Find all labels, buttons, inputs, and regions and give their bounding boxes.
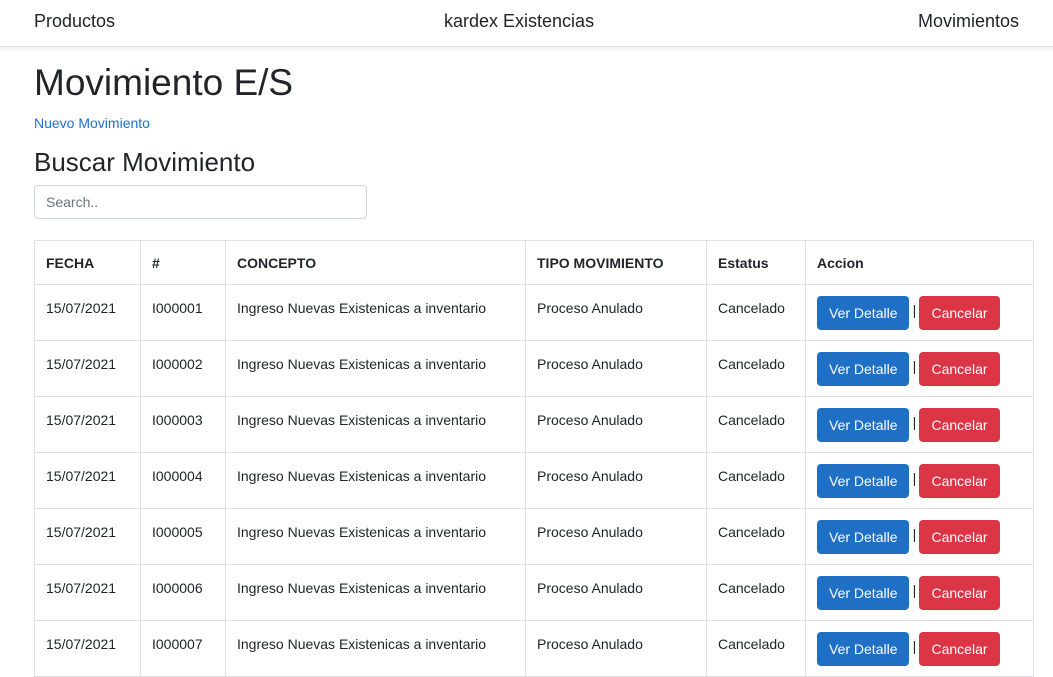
page-title: Movimiento E/S — [34, 62, 294, 103]
cell-estatus: Cancelado — [706, 452, 806, 509]
table-row: 15/07/2021 I000006 Ingreso Nuevas Existeni… — [34, 564, 1034, 621]
cell-number: I000006 — [140, 564, 226, 621]
cell-number: I000002 — [140, 340, 226, 397]
action-separator: | — [912, 414, 917, 430]
cell-estatus: Cancelado — [706, 396, 806, 453]
ver-detalle-button[interactable]: Ver Detalle — [817, 464, 910, 498]
cell-estatus: Cancelado — [706, 508, 806, 565]
search-input[interactable] — [34, 185, 367, 219]
cell-estatus: Cancelado — [706, 620, 806, 677]
cell-estatus: Cancelado — [706, 564, 806, 621]
cell-number: I000007 — [140, 620, 226, 677]
header-accion: Accion — [805, 240, 1034, 285]
ver-detalle-button[interactable]: Ver Detalle — [817, 632, 910, 666]
cell-fecha: 15/07/2021 — [34, 564, 141, 621]
cell-concepto: Ingreso Nuevas Existenicas a inventario — [225, 452, 526, 509]
cell-tipo-movimiento: Proceso Anulado — [525, 564, 707, 621]
table-row: 15/07/2021 I000005 Ingreso Nuevas Existeni… — [34, 508, 1034, 565]
cell-estatus: Cancelado — [706, 284, 806, 341]
table-row: 15/07/2021 I000002 Ingreso Nuevas Existeni… — [34, 340, 1034, 397]
header-fecha: FECHA — [34, 240, 141, 285]
cell-concepto: Ingreso Nuevas Existenicas a inventario — [225, 284, 526, 341]
header-number: # — [140, 240, 226, 285]
table-row: 15/07/2021 I000003 Ingreso Nuevas Existeni… — [34, 396, 1034, 453]
cell-tipo-movimiento: Proceso Anulado — [525, 340, 707, 397]
cell-fecha: 15/07/2021 — [34, 508, 141, 565]
cell-tipo-movimiento: Proceso Anulado — [525, 396, 707, 453]
cell-accion: Ver Detalle | Cancelar — [805, 340, 1034, 397]
cancelar-button[interactable]: Cancelar — [919, 576, 1000, 610]
cell-fecha: 15/07/2021 — [34, 340, 141, 397]
nav-movimientos-link[interactable]: Movimientos — [918, 11, 1019, 32]
cancelar-button[interactable]: Cancelar — [919, 464, 1000, 498]
action-separator: | — [912, 302, 917, 318]
ver-detalle-button[interactable]: Ver Detalle — [817, 296, 910, 330]
cell-concepto: Ingreso Nuevas Existenicas a inventario — [225, 508, 526, 565]
cell-accion: Ver Detalle | Cancelar — [805, 508, 1034, 565]
cell-concepto: Ingreso Nuevas Existenicas a inventario — [225, 564, 526, 621]
cell-accion: Ver Detalle | Cancelar — [805, 452, 1034, 509]
top-navbar: Productos kardex Existencias Movimientos — [0, 0, 1053, 47]
action-separator: | — [912, 358, 917, 374]
cell-number: I000004 — [140, 452, 226, 509]
cancelar-button[interactable]: Cancelar — [919, 352, 1000, 386]
header-tipo-movimiento: TIPO MOVIMIENTO — [525, 240, 707, 285]
cell-number: I000005 — [140, 508, 226, 565]
action-separator: | — [912, 470, 917, 486]
cell-concepto: Ingreso Nuevas Existenicas a inventario — [225, 340, 526, 397]
table-row: 15/07/2021 I000004 Ingreso Nuevas Existeni… — [34, 452, 1034, 509]
cell-concepto: Ingreso Nuevas Existenicas a inventario — [225, 396, 526, 453]
table-header-row: FECHA # CONCEPTO TIPO MOVIMIENTO Estatus… — [34, 240, 1034, 285]
cell-accion: Ver Detalle | Cancelar — [805, 620, 1034, 677]
table-row: 15/07/2021 I000001 Ingreso Nuevas Existeni… — [34, 284, 1034, 341]
cell-number: I000003 — [140, 396, 226, 453]
cell-fecha: 15/07/2021 — [34, 452, 141, 509]
cancelar-button[interactable]: Cancelar — [919, 296, 1000, 330]
cell-tipo-movimiento: Proceso Anulado — [525, 508, 707, 565]
action-separator: | — [912, 582, 917, 598]
cell-fecha: 15/07/2021 — [34, 284, 141, 341]
ver-detalle-button[interactable]: Ver Detalle — [817, 576, 910, 610]
ver-detalle-button[interactable]: Ver Detalle — [817, 520, 910, 554]
cancelar-button[interactable]: Cancelar — [919, 632, 1000, 666]
header-estatus: Estatus — [706, 240, 806, 285]
ver-detalle-button[interactable]: Ver Detalle — [817, 408, 910, 442]
cell-fecha: 15/07/2021 — [34, 620, 141, 677]
cell-tipo-movimiento: Proceso Anulado — [525, 620, 707, 677]
ver-detalle-button[interactable]: Ver Detalle — [817, 352, 910, 386]
header-concepto: CONCEPTO — [225, 240, 526, 285]
nav-productos-link[interactable]: Productos — [34, 11, 115, 32]
nav-kardex-link[interactable]: kardex Existencias — [444, 11, 594, 32]
cell-accion: Ver Detalle | Cancelar — [805, 564, 1034, 621]
cell-accion: Ver Detalle | Cancelar — [805, 396, 1034, 453]
cancelar-button[interactable]: Cancelar — [919, 520, 1000, 554]
cell-concepto: Ingreso Nuevas Existenicas a inventario — [225, 620, 526, 677]
table-body: 15/07/2021 I000001 Ingreso Nuevas Existeni… — [34, 284, 1034, 677]
table-row: 15/07/2021 I000007 Ingreso Nuevas Existeni… — [34, 620, 1034, 677]
cell-accion: Ver Detalle | Cancelar — [805, 284, 1034, 341]
new-movement-link[interactable]: Nuevo Movimiento — [34, 115, 150, 131]
cell-number: I000001 — [140, 284, 226, 341]
cancelar-button[interactable]: Cancelar — [919, 408, 1000, 442]
cell-fecha: 15/07/2021 — [34, 396, 141, 453]
cell-tipo-movimiento: Proceso Anulado — [525, 452, 707, 509]
cell-tipo-movimiento: Proceso Anulado — [525, 284, 707, 341]
movements-table: FECHA # CONCEPTO TIPO MOVIMIENTO Estatus… — [34, 240, 1034, 677]
cell-estatus: Cancelado — [706, 340, 806, 397]
action-separator: | — [912, 526, 917, 542]
search-section-title: Buscar Movimiento — [34, 147, 256, 177]
